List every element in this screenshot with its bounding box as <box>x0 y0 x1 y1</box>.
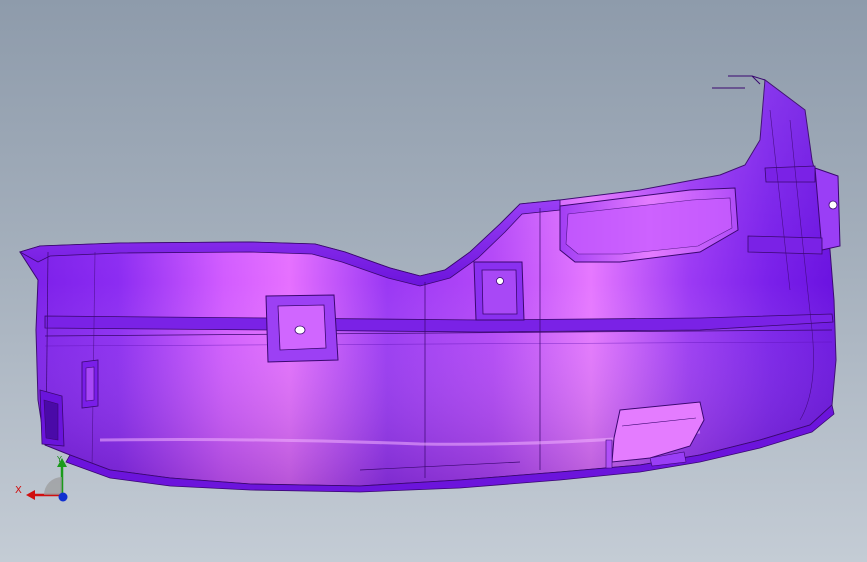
top-hook <box>712 75 766 89</box>
mounting-boss-left <box>265 294 339 363</box>
left-end-clip <box>39 389 65 447</box>
part-model[interactable] <box>0 0 867 562</box>
graphics-viewport[interactable]: X Y <box>0 0 867 562</box>
orientation-triad: X Y <box>10 455 80 515</box>
left-slot <box>81 359 99 409</box>
triad-x-label: X <box>15 485 22 496</box>
triad-y-label: Y <box>57 455 62 464</box>
mounting-boss-center <box>473 261 525 321</box>
